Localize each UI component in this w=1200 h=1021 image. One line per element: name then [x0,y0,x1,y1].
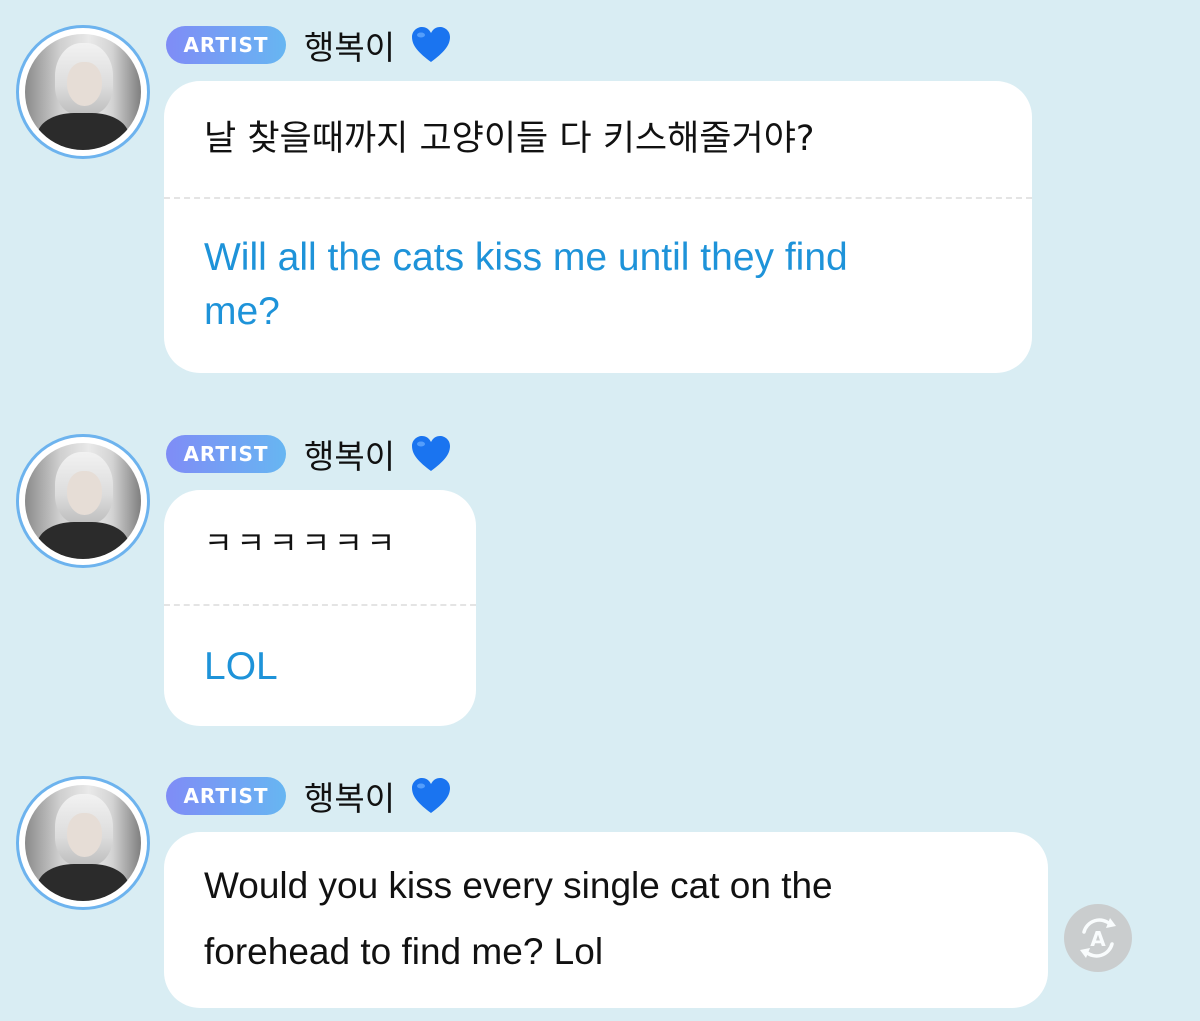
message-header: ARTIST 행복이 [166,776,453,818]
message-header: ARTIST 행복이 [166,25,453,67]
translation-text: LOL [204,645,278,688]
artist-avatar[interactable] [16,25,150,159]
artist-badge: ARTIST [166,26,286,64]
artist-badge: ARTIST [166,777,286,815]
auto-translate-icon: A [1080,918,1116,958]
translation-divider [164,604,476,606]
message-bubble[interactable]: Would you kiss every single cat on the f… [164,832,1048,1008]
artist-avatar[interactable] [16,776,150,910]
avatar-photo [25,34,141,150]
message-bubble[interactable]: 날 찾을때까지 고양이들 다 키스해줄거야? Will all the cats… [164,81,1032,373]
message-header: ARTIST 행복이 [166,434,453,476]
blue-heart-icon [412,27,451,62]
svg-text:A: A [1090,927,1106,951]
username[interactable]: 행복이 [304,772,395,820]
avatar-photo [25,785,141,901]
artist-avatar[interactable] [16,434,150,568]
artist-badge: ARTIST [166,435,286,473]
auto-translate-button[interactable]: A [1064,904,1132,972]
message-text-line1: Would you kiss every single cat on the [204,865,833,906]
message-text: 날 찾을때까지 고양이들 다 키스해줄거야? [204,119,815,159]
translation-text-line2: me? [204,290,280,333]
blue-heart-icon [412,778,451,813]
translation-divider [164,197,1032,199]
message-text-line2: forehead to find me? Lol [204,931,604,972]
username[interactable]: 행복이 [304,21,395,69]
translation-text-line1: Will all the cats kiss me until they fin… [204,236,848,279]
blue-heart-icon [412,436,451,471]
message-bubble[interactable]: ㅋㅋㅋㅋㅋㅋ LOL [164,490,476,726]
avatar-photo [25,443,141,559]
message-text: ㅋㅋㅋㅋㅋㅋ [204,526,400,562]
username[interactable]: 행복이 [304,430,395,478]
